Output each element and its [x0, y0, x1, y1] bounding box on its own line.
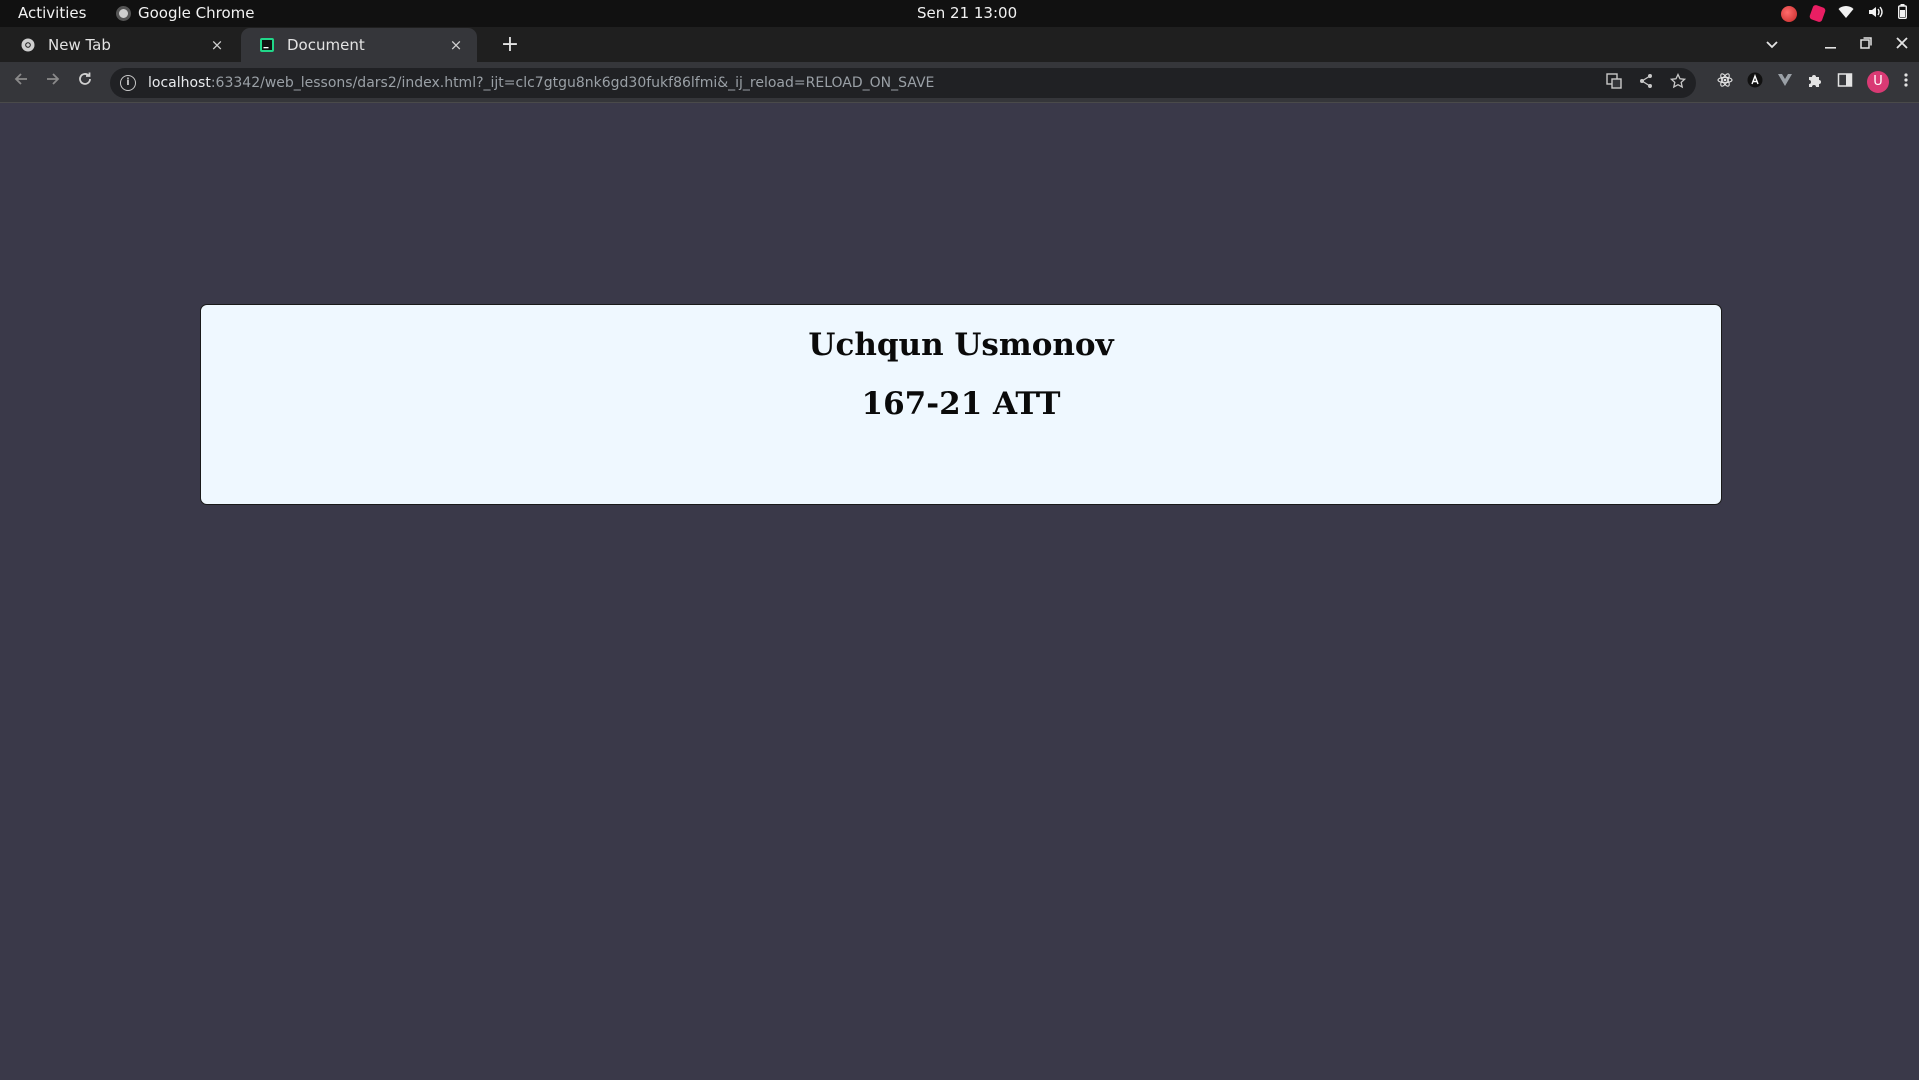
font-extension-icon[interactable]	[1747, 72, 1763, 92]
back-icon[interactable]	[9, 70, 33, 94]
reload-icon[interactable]	[73, 70, 97, 94]
react-devtools-icon[interactable]	[1717, 72, 1733, 92]
extensions-puzzle-icon[interactable]	[1807, 72, 1823, 92]
webstorm-icon	[259, 37, 275, 53]
battery-icon[interactable]	[1897, 4, 1907, 23]
tab-strip: New Tab × Document × +	[0, 27, 1919, 62]
group-heading: 167-21 ATT	[861, 386, 1061, 422]
extensions-area: U	[1717, 71, 1909, 93]
new-tab-button[interactable]: +	[498, 32, 522, 58]
system-tray	[1781, 4, 1907, 23]
url-host: localhost	[148, 75, 211, 91]
vue-devtools-icon[interactable]	[1777, 72, 1793, 92]
minimize-icon[interactable]	[1821, 31, 1839, 57]
translate-icon[interactable]	[1606, 73, 1622, 93]
tab-new-tab[interactable]: New Tab ×	[2, 28, 238, 62]
system-top-bar: Activities Google Chrome Sen 21 13:00	[0, 0, 1919, 27]
tab-search-icon[interactable]	[1763, 31, 1781, 57]
close-window-icon[interactable]	[1893, 31, 1911, 57]
chrome-menu-icon[interactable]	[1903, 72, 1909, 92]
forward-icon[interactable]	[41, 70, 65, 94]
browser-toolbar: i localhost:63342/web_lessons/dars2/inde…	[0, 62, 1919, 103]
activities-button[interactable]: Activities	[18, 4, 86, 22]
share-icon[interactable]	[1638, 73, 1654, 93]
omnibox-actions	[1606, 72, 1687, 93]
system-clock[interactable]: Sen 21 13:00	[917, 4, 1017, 22]
window-controls	[1763, 31, 1911, 57]
app-name: Google Chrome	[138, 4, 255, 22]
info-icon[interactable]: i	[120, 75, 136, 91]
tab-title: Document	[287, 36, 365, 54]
student-name-heading: Uchqun Usmonov	[808, 327, 1114, 363]
close-tab-icon[interactable]: ×	[447, 36, 465, 54]
profile-avatar[interactable]: U	[1867, 71, 1889, 93]
volume-icon[interactable]	[1868, 5, 1884, 23]
restore-icon[interactable]	[1857, 31, 1875, 57]
info-card: Uchqun Usmonov 167-21 ATT	[200, 304, 1722, 505]
app-menu[interactable]: Google Chrome	[116, 4, 255, 22]
red-app-icon[interactable]	[1781, 5, 1797, 22]
wifi-icon[interactable]	[1838, 5, 1854, 23]
side-panel-icon[interactable]	[1837, 72, 1853, 92]
page-viewport: Uchqun Usmonov 167-21 ATT	[0, 104, 1919, 1080]
chrome-icon	[20, 37, 36, 53]
close-tab-icon[interactable]: ×	[208, 36, 226, 54]
url-path: :63342/web_lessons/dars2/index.html?_ijt…	[210, 75, 935, 91]
bookmark-star-icon[interactable]	[1669, 72, 1687, 93]
tab-document[interactable]: Document ×	[241, 28, 477, 62]
address-bar[interactable]: i localhost:63342/web_lessons/dars2/inde…	[110, 68, 1696, 98]
tab-title: New Tab	[48, 36, 111, 54]
pink-app-icon[interactable]	[1808, 4, 1827, 23]
chrome-icon	[116, 5, 131, 21]
